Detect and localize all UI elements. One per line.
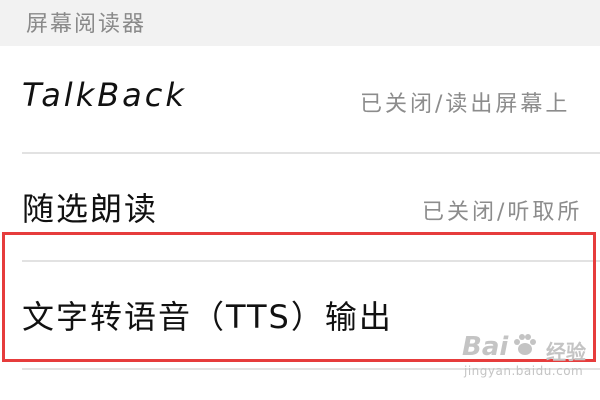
- watermark-name: Bai: [462, 332, 509, 362]
- baidu-jingyan-watermark: Bai 经验 jingyan.baidu.com: [462, 332, 592, 384]
- list-item-title: TalkBack: [22, 76, 187, 114]
- list-item-title: 文字转语音（TTS）输出: [22, 298, 393, 336]
- section-title: 屏幕阅读器: [26, 12, 147, 37]
- list-item-title: 随选朗读: [22, 190, 159, 228]
- paw-icon: [512, 332, 538, 358]
- list-item-select-to-speak[interactable]: 随选朗读 已关闭/听取所: [0, 154, 600, 262]
- list-item-subtitle: 已关闭/听取所: [422, 200, 583, 225]
- list-item-subtitle: 已关闭/读出屏幕上: [360, 92, 571, 117]
- list-item-talkback[interactable]: TalkBack 已关闭/读出屏幕上: [0, 46, 600, 154]
- watermark-suffix: 经验: [546, 340, 586, 364]
- watermark-url: jingyan.baidu.com: [464, 364, 584, 378]
- section-header: 屏幕阅读器: [0, 0, 600, 46]
